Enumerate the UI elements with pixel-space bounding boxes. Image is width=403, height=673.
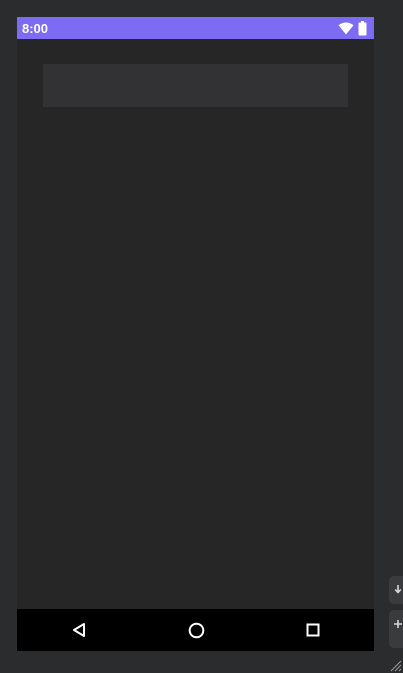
wifi-icon (338, 22, 354, 34)
back-button[interactable] (69, 620, 89, 640)
recents-button[interactable] (303, 620, 323, 640)
recents-icon (306, 623, 320, 637)
status-icons (338, 20, 367, 36)
resize-handle-icon[interactable] (388, 658, 402, 672)
home-button[interactable] (186, 620, 206, 640)
scroll-down-button[interactable] (389, 576, 403, 604)
navigation-bar (17, 609, 374, 651)
phone-screen: 8:00 (17, 17, 374, 651)
emulator-workspace: 8:00 (0, 0, 403, 673)
status-bar: 8:00 (17, 17, 374, 39)
app-content (17, 39, 374, 609)
top-bar-placeholder (43, 64, 348, 107)
back-icon (73, 623, 85, 637)
battery-icon (358, 20, 367, 35)
plus-icon (394, 620, 402, 628)
home-icon (188, 622, 204, 638)
zoom-in-button[interactable] (389, 610, 403, 648)
status-time: 8:00 (22, 21, 49, 36)
arrow-down-icon (394, 585, 402, 594)
